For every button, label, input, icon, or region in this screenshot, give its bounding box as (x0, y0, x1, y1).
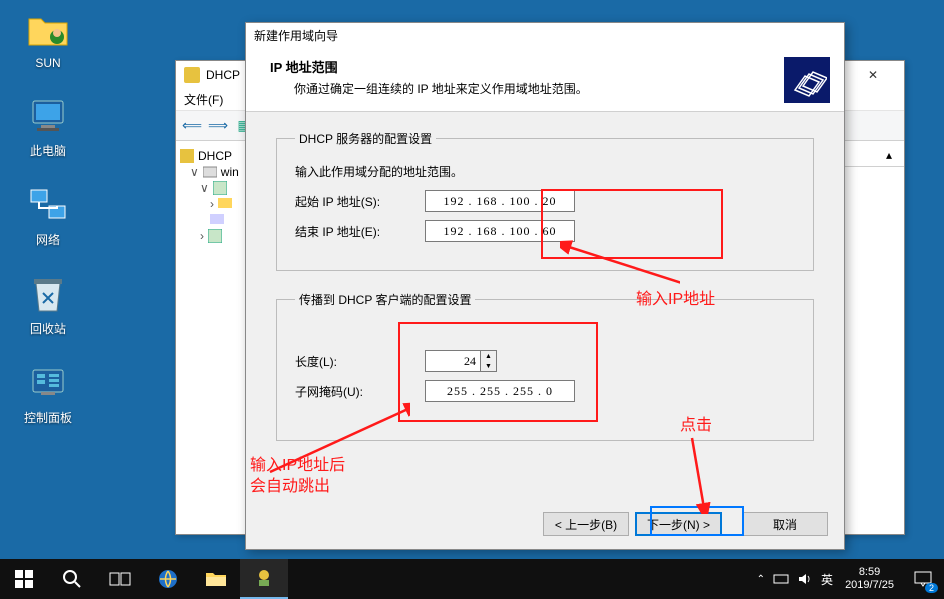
next-button[interactable]: 下一步(N) > (635, 512, 722, 536)
length-spinner[interactable]: ▲▼ (425, 350, 497, 372)
system-tray[interactable]: ⌃ 英 (753, 559, 837, 599)
close-button[interactable]: ✕ (850, 61, 896, 89)
search-button[interactable] (48, 559, 96, 599)
scope-icon (213, 181, 227, 195)
wizard-footer: < 上一步(B) 下一步(N) > 取消 (246, 499, 844, 549)
desktop-icon-label: SUN (10, 56, 86, 70)
cancel-button[interactable]: 取消 (742, 512, 828, 536)
taskbar-clock[interactable]: 8:59 2019/7/25 (837, 566, 902, 592)
client-settings-group: 传播到 DHCP 客户端的配置设置 长度(L): ▲▼ 子网掩码(U): 255… (276, 291, 814, 441)
desktop-icon-this-pc[interactable]: 此电脑 (10, 96, 86, 159)
desktop-icon-sun[interactable]: SUN (10, 10, 86, 70)
network-icon (27, 185, 69, 227)
wizard-titlebar[interactable]: 新建作用域向导 (246, 23, 844, 47)
menu-file[interactable]: 文件(F) (184, 91, 223, 108)
tree-node-leaf3[interactable]: › (200, 229, 241, 243)
task-view-button[interactable] (96, 559, 144, 599)
app-icon (253, 567, 275, 589)
wizard-subheading: 你通过确定一组连续的 IP 地址来定义作用域地址范围。 (294, 80, 830, 97)
search-icon (62, 569, 82, 589)
tree-node-leaf1[interactable]: › (210, 197, 241, 211)
wizard-header: IP 地址范围 你通过确定一组连续的 IP 地址来定义作用域地址范围。 (246, 47, 844, 112)
tree-label: DHCP (198, 149, 232, 163)
group1-legend: DHCP 服务器的配置设置 (295, 130, 436, 147)
tray-network-icon[interactable] (773, 572, 789, 586)
start-ip-input[interactable]: 192 . 168 . 100 . 20 (425, 190, 575, 212)
taskbar: ⌃ 英 8:59 2019/7/25 2 (0, 559, 944, 599)
tree-node-leaf2[interactable] (210, 213, 241, 227)
end-ip-label: 结束 IP 地址(E): (295, 223, 425, 240)
start-ip-label: 起始 IP 地址(S): (295, 193, 425, 210)
dhcp-icon (180, 149, 194, 163)
desktop-icon-label: 网络 (10, 231, 86, 248)
tree-node-sub[interactable]: ∨ (200, 181, 241, 195)
recycle-bin-icon (27, 274, 69, 316)
tree-node-dhcp[interactable]: DHCP (180, 149, 241, 163)
desktop-icon-recycle-bin[interactable]: 回收站 (10, 274, 86, 337)
folder-icon (27, 10, 69, 52)
taskbar-explorer[interactable] (192, 559, 240, 599)
wizard-banner-icon (784, 57, 830, 103)
desktop: SUN 此电脑 网络 回收站 控制面板 (0, 0, 944, 599)
control-panel-icon (27, 363, 69, 405)
windows-icon (15, 570, 33, 588)
mmc-tree[interactable]: DHCP ∨ win ∨ › › (176, 143, 246, 534)
group2-legend: 传播到 DHCP 客户端的配置设置 (295, 291, 475, 308)
task-view-icon (109, 570, 131, 588)
dhcp-icon (184, 67, 200, 83)
ie-icon (156, 567, 180, 591)
computer-icon (27, 96, 69, 138)
notification-badge: 2 (925, 583, 938, 593)
end-ip-input[interactable]: 192 . 168 . 100 . 60 (425, 220, 575, 242)
desktop-icons: SUN 此电脑 网络 回收站 控制面板 (10, 10, 90, 452)
tree-node-server[interactable]: ∨ win (190, 165, 241, 179)
server-settings-group: DHCP 服务器的配置设置 输入此作用域分配的地址范围。 起始 IP 地址(S)… (276, 130, 814, 271)
desktop-icon-label: 回收站 (10, 320, 86, 337)
length-input[interactable] (425, 350, 481, 372)
desktop-icon-label: 此电脑 (10, 142, 86, 159)
ime-indicator[interactable]: 英 (821, 571, 833, 588)
folder-small-icon (218, 197, 232, 211)
options-icon (210, 213, 224, 227)
wizard-heading: IP 地址范围 (270, 57, 830, 76)
server-icon (203, 165, 217, 179)
wizard-title-text: 新建作用域向导 (254, 27, 338, 44)
action-center-button[interactable]: 2 (902, 559, 944, 599)
new-scope-wizard-dialog: 新建作用域向导 IP 地址范围 你通过确定一组连续的 IP 地址来定义作用域地址… (245, 22, 845, 550)
clock-date: 2019/7/25 (845, 579, 894, 592)
toolbar-forward-button[interactable]: ⟹ (206, 114, 230, 138)
tray-chevron-icon[interactable]: ⌃ (757, 574, 765, 585)
desktop-icon-label: 控制面板 (10, 409, 86, 426)
clock-time: 8:59 (845, 566, 894, 579)
tree-label: win (221, 165, 239, 179)
folder-icon (205, 570, 227, 588)
subnet-mask-input[interactable]: 255 . 255 . 255 . 0 (425, 380, 575, 402)
desktop-icon-control-panel[interactable]: 控制面板 (10, 363, 86, 426)
collapse-up-icon[interactable]: ▴ (880, 147, 898, 163)
length-label: 长度(L): (295, 353, 425, 370)
subnet-mask-label: 子网掩码(U): (295, 383, 425, 400)
start-button[interactable] (0, 559, 48, 599)
group1-intro: 输入此作用域分配的地址范围。 (295, 163, 795, 180)
spin-up-icon[interactable]: ▲ (481, 351, 496, 361)
toolbar-back-button[interactable]: ⟸ (180, 114, 204, 138)
spinner-buttons[interactable]: ▲▼ (481, 350, 497, 372)
back-button[interactable]: < 上一步(B) (543, 512, 629, 536)
wizard-body: DHCP 服务器的配置设置 输入此作用域分配的地址范围。 起始 IP 地址(S)… (246, 112, 844, 510)
spin-down-icon[interactable]: ▼ (481, 361, 496, 371)
ipv6-icon (208, 229, 222, 243)
taskbar-app[interactable] (240, 559, 288, 599)
tray-volume-icon[interactable] (797, 572, 813, 586)
desktop-icon-network[interactable]: 网络 (10, 185, 86, 248)
taskbar-ie[interactable] (144, 559, 192, 599)
